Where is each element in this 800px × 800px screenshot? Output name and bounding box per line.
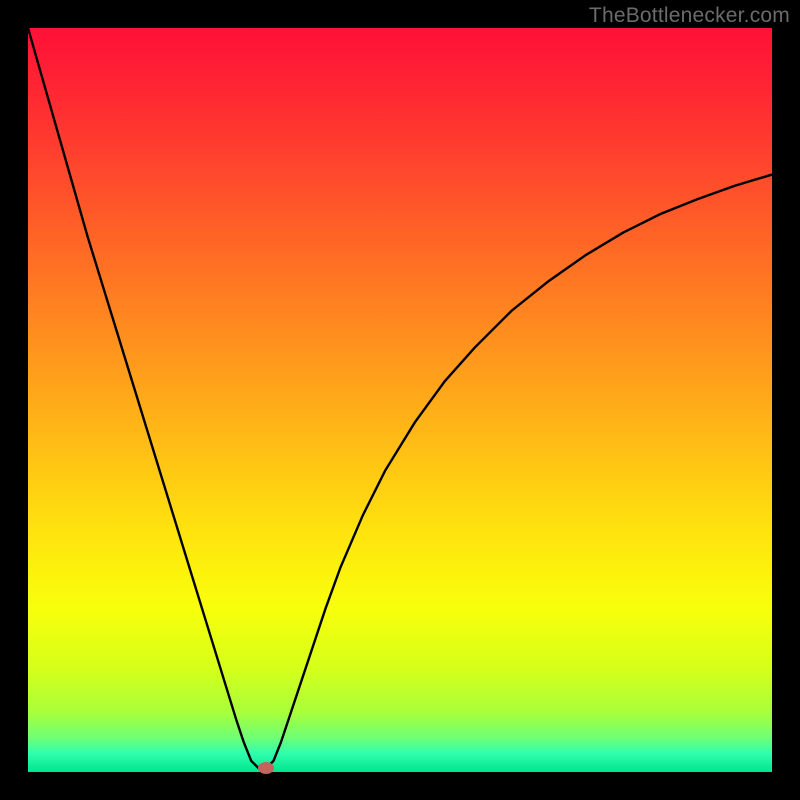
attribution-text: TheBottlenecker.com (589, 4, 790, 28)
gradient-background (28, 28, 772, 772)
plot-area (28, 28, 772, 772)
bottleneck-chart (28, 28, 772, 772)
chart-frame: TheBottlenecker.com (0, 0, 800, 800)
minimum-marker-icon (258, 762, 274, 774)
